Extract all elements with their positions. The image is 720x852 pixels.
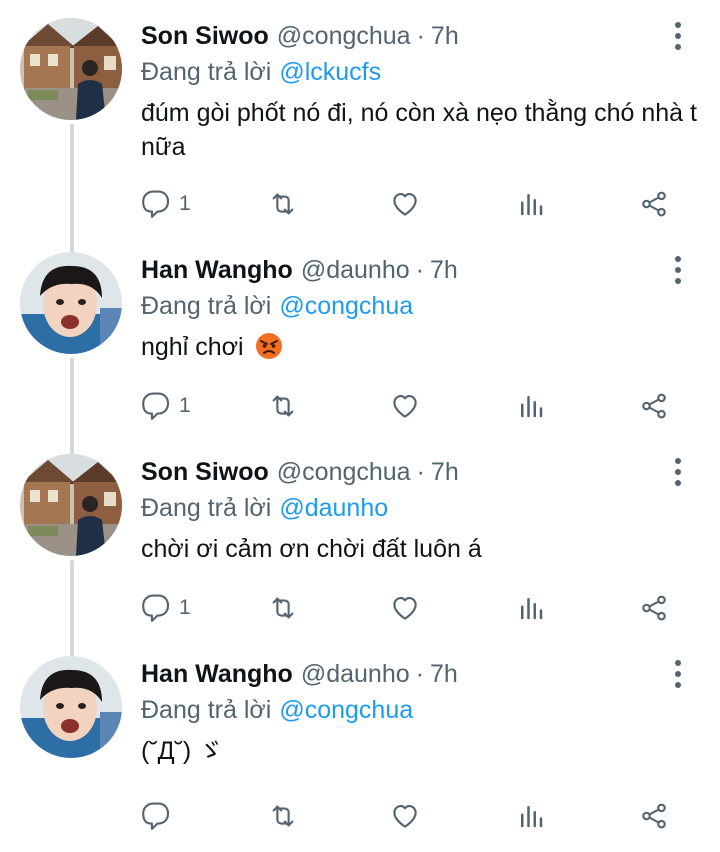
views-button[interactable] xyxy=(516,588,546,628)
action-bar: 1 xyxy=(0,588,720,628)
reply-icon xyxy=(141,189,171,219)
share-button[interactable] xyxy=(639,386,669,426)
reply-count: 1 xyxy=(179,596,191,619)
separator-dot: · xyxy=(416,457,425,486)
action-bar: 1 xyxy=(0,184,720,224)
display-name[interactable]: Han Wangho xyxy=(141,660,293,689)
replying-prefix: Đang trả lời xyxy=(141,695,272,724)
retweet-icon xyxy=(268,391,298,421)
views-icon xyxy=(516,801,546,831)
like-icon xyxy=(390,593,420,623)
views-icon xyxy=(516,593,546,623)
reply-button[interactable]: 1 xyxy=(141,386,191,426)
reply-icon xyxy=(141,593,171,623)
reply-button[interactable]: 1 xyxy=(141,184,191,224)
like-icon xyxy=(390,189,420,219)
share-icon xyxy=(639,189,669,219)
retweet-button[interactable] xyxy=(268,184,298,224)
reply-button[interactable]: 1 xyxy=(141,588,191,628)
views-icon xyxy=(516,391,546,421)
reply-count: 1 xyxy=(179,192,191,215)
timestamp[interactable]: 7h xyxy=(430,660,458,689)
tweet-header: Han Wangho @daunho · 7h xyxy=(141,252,458,288)
views-button[interactable] xyxy=(516,386,546,426)
tweet-text-container: nghỉ chơi xyxy=(141,330,701,364)
tweet-header: Han Wangho @daunho · 7h xyxy=(141,656,458,692)
tweet-text: (˘Д˘) ゞ xyxy=(141,737,224,765)
mention-link[interactable]: @congchua xyxy=(279,696,413,725)
user-handle[interactable]: @congchua xyxy=(277,458,411,487)
separator-dot: · xyxy=(416,21,425,50)
retweet-icon xyxy=(268,801,298,831)
mention-link[interactable]: @daunho xyxy=(279,494,388,523)
timestamp[interactable]: 7h xyxy=(431,458,459,487)
tweet-text: đúm gòi phốt nó đi, nó còn xà nẹo thằng … xyxy=(141,99,697,161)
mention-link[interactable]: @lckucfs xyxy=(279,58,381,87)
tweet[interactable]: Han Wangho @daunho · 7h Đang trả lời @co… xyxy=(0,252,720,442)
like-button[interactable] xyxy=(390,184,420,224)
tweet-text: nghỉ chơi xyxy=(141,333,244,361)
retweet-button[interactable] xyxy=(268,588,298,628)
share-button[interactable] xyxy=(639,796,669,836)
tweet-header: Son Siwoo @congchua · 7h xyxy=(141,454,459,490)
avatar[interactable] xyxy=(20,656,122,758)
separator-dot: · xyxy=(415,659,424,688)
angry-face-icon xyxy=(255,332,283,360)
tweet[interactable]: Han Wangho @daunho · 7h Đang trả lời @co… xyxy=(0,656,720,846)
like-button[interactable] xyxy=(390,386,420,426)
retweet-icon xyxy=(268,593,298,623)
retweet-icon xyxy=(268,189,298,219)
views-button[interactable] xyxy=(516,796,546,836)
tweet[interactable]: Son Siwoo @congchua · 7h Đang trả lời @d… xyxy=(0,454,720,644)
avatar[interactable] xyxy=(20,18,122,120)
more-options-icon[interactable] xyxy=(662,254,694,286)
display-name[interactable]: Son Siwoo xyxy=(141,458,269,487)
tweet-text: chời ơi cảm ơn chời đất luôn á xyxy=(141,535,482,563)
replying-to: Đang trả lời @congchua xyxy=(141,692,413,728)
more-options-icon[interactable] xyxy=(662,658,694,690)
replying-prefix: Đang trả lời xyxy=(141,493,272,522)
replying-prefix: Đang trả lời xyxy=(141,291,272,320)
reply-count: 1 xyxy=(179,394,191,417)
retweet-button[interactable] xyxy=(268,386,298,426)
avatar[interactable] xyxy=(20,454,122,556)
share-icon xyxy=(639,801,669,831)
like-icon xyxy=(390,391,420,421)
reply-icon xyxy=(141,391,171,421)
avatar[interactable] xyxy=(20,252,122,354)
user-handle[interactable]: @daunho xyxy=(301,256,410,285)
share-button[interactable] xyxy=(639,588,669,628)
replying-to: Đang trả lời @daunho xyxy=(141,490,388,526)
share-button[interactable] xyxy=(639,184,669,224)
mention-link[interactable]: @congchua xyxy=(279,292,413,321)
user-handle[interactable]: @daunho xyxy=(301,660,410,689)
share-icon xyxy=(639,593,669,623)
more-options-icon[interactable] xyxy=(662,456,694,488)
separator-dot: · xyxy=(415,255,424,284)
reply-button[interactable] xyxy=(141,796,179,836)
more-options-icon[interactable] xyxy=(662,20,694,52)
like-button[interactable] xyxy=(390,796,420,836)
timestamp[interactable]: 7h xyxy=(430,256,458,285)
replying-to: Đang trả lời @lckucfs xyxy=(141,54,381,90)
display-name[interactable]: Son Siwoo xyxy=(141,22,269,51)
user-handle[interactable]: @congchua xyxy=(277,22,411,51)
like-button[interactable] xyxy=(390,588,420,628)
like-icon xyxy=(390,801,420,831)
tweet-header: Son Siwoo @congchua · 7h xyxy=(141,18,459,54)
action-bar xyxy=(0,796,720,836)
reply-thread: Son Siwoo @congchua · 7h Đang trả lời @l… xyxy=(0,0,720,852)
retweet-button[interactable] xyxy=(268,796,298,836)
action-bar: 1 xyxy=(0,386,720,426)
display-name[interactable]: Han Wangho xyxy=(141,256,293,285)
share-icon xyxy=(639,391,669,421)
timestamp[interactable]: 7h xyxy=(431,22,459,51)
replying-to: Đang trả lời @congchua xyxy=(141,288,413,324)
replying-prefix: Đang trả lời xyxy=(141,57,272,86)
views-button[interactable] xyxy=(516,184,546,224)
reply-icon xyxy=(141,801,171,831)
tweet[interactable]: Son Siwoo @congchua · 7h Đang trả lời @l… xyxy=(0,18,720,228)
views-icon xyxy=(516,189,546,219)
